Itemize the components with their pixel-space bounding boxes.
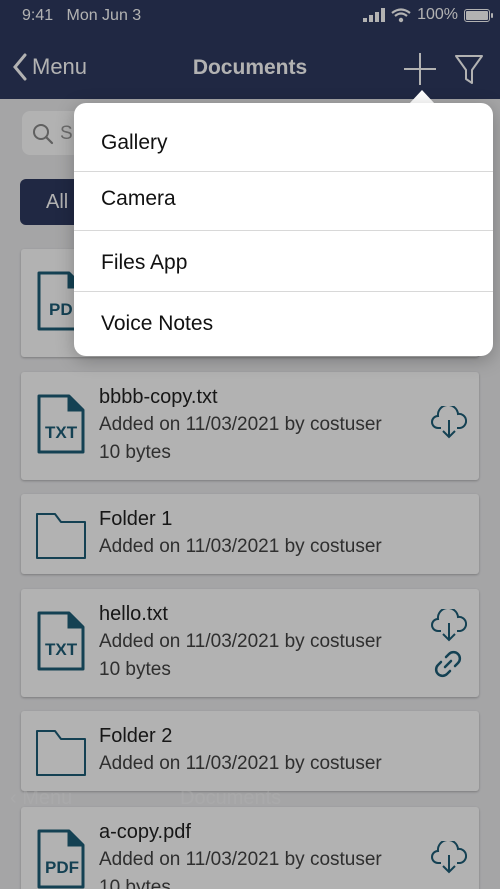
menu-item-camera[interactable]: Camera	[74, 172, 493, 230]
popover-arrow	[409, 90, 435, 104]
menu-item-files-app[interactable]: Files App	[74, 231, 493, 291]
menu-item-gallery[interactable]: Gallery	[74, 103, 493, 171]
add-source-popover: Gallery Camera Files App Voice Notes	[74, 103, 493, 356]
menu-item-voice-notes[interactable]: Voice Notes	[74, 292, 493, 356]
